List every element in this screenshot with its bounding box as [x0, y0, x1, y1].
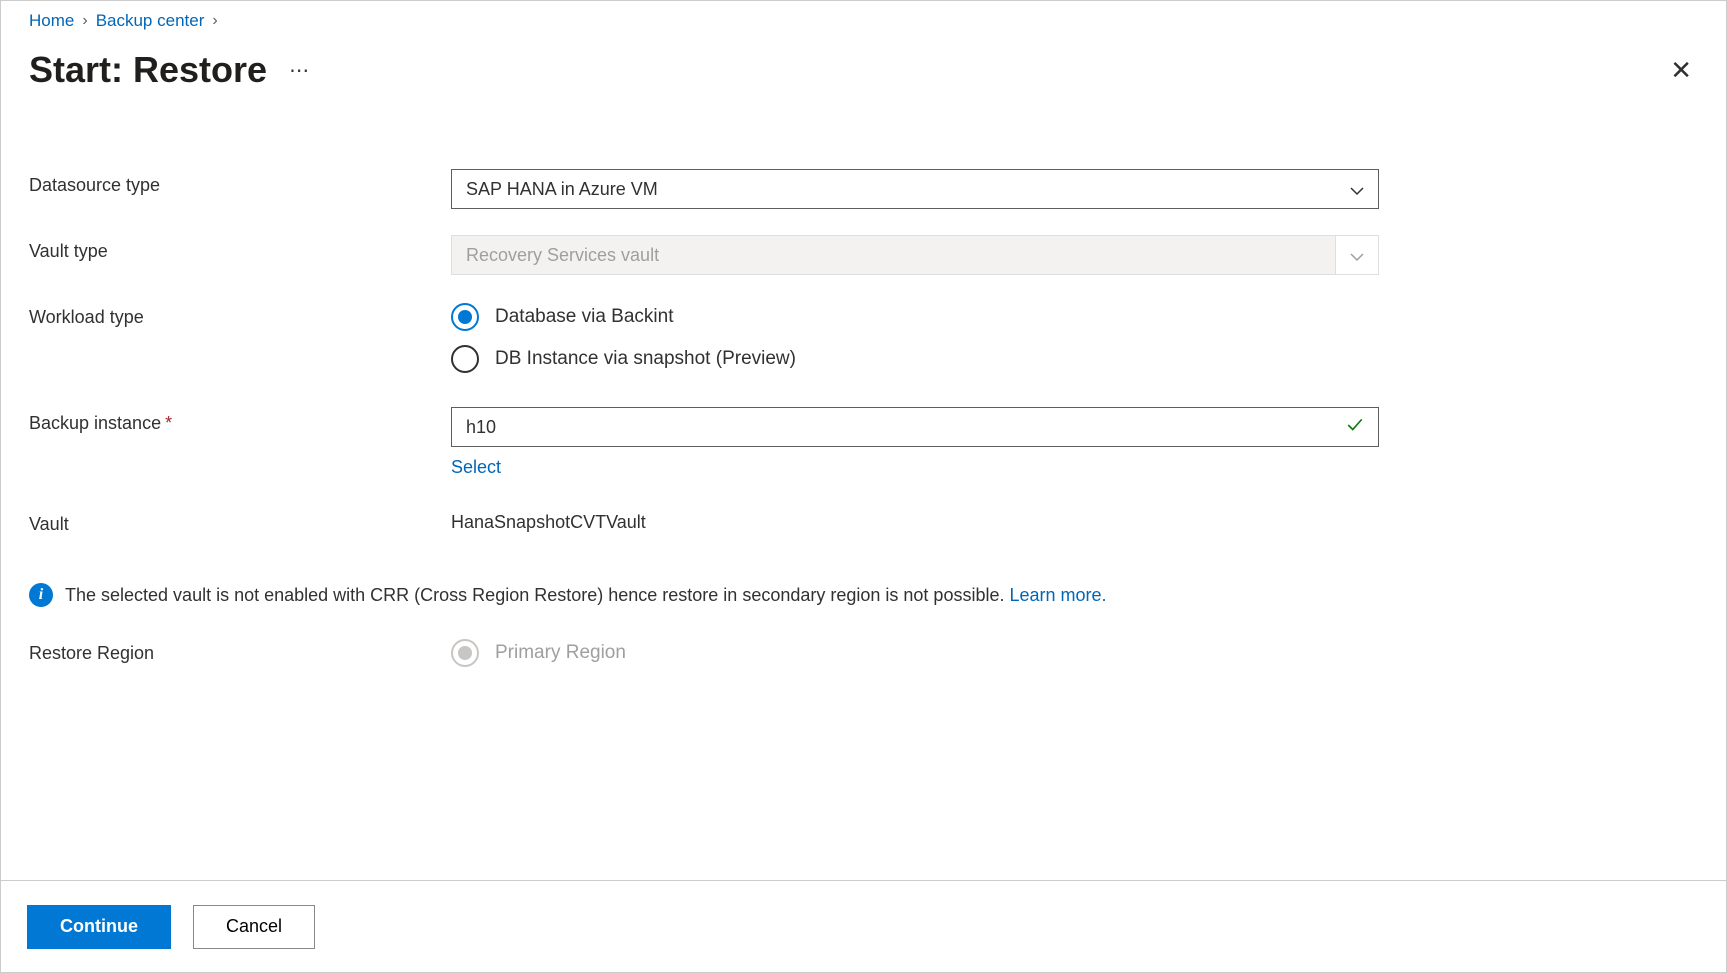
radio-unselected-icon: [451, 345, 479, 373]
backup-instance-label: Backup instance*: [29, 407, 451, 434]
vault-type-select: Recovery Services vault: [451, 235, 1379, 275]
cancel-button[interactable]: Cancel: [193, 905, 315, 949]
chevron-down-icon: [1350, 182, 1364, 196]
datasource-type-select[interactable]: SAP HANA in Azure VM: [451, 169, 1379, 209]
footer: Continue Cancel: [1, 880, 1726, 972]
restore-region-primary-label: Primary Region: [495, 642, 626, 664]
more-actions-button[interactable]: ⋯: [289, 58, 311, 83]
workload-type-radio-group: Database via Backint DB Instance via sna…: [451, 301, 1379, 373]
backup-instance-input[interactable]: h10: [451, 407, 1379, 447]
workload-type-label: Workload type: [29, 301, 451, 328]
vault-label: Vault: [29, 508, 451, 535]
workload-radio-snapshot-label: DB Instance via snapshot (Preview): [495, 348, 796, 370]
radio-selected-icon: [451, 303, 479, 331]
chevron-right-icon: ›: [212, 12, 217, 30]
datasource-type-label: Datasource type: [29, 169, 451, 196]
vault-value: HanaSnapshotCVTVault: [451, 508, 1379, 533]
vault-type-value: Recovery Services vault: [466, 245, 659, 266]
datasource-type-value: SAP HANA in Azure VM: [466, 179, 658, 200]
workload-radio-backint[interactable]: Database via Backint: [451, 303, 1379, 331]
breadcrumb-backup-center[interactable]: Backup center: [96, 11, 205, 31]
radio-selected-icon: [451, 639, 479, 667]
continue-button[interactable]: Continue: [27, 905, 171, 949]
backup-instance-value: h10: [466, 417, 496, 438]
breadcrumb: Home › Backup center ›: [29, 11, 1700, 31]
learn-more-link[interactable]: Learn more.: [1009, 585, 1106, 605]
workload-radio-snapshot[interactable]: DB Instance via snapshot (Preview): [451, 345, 1379, 373]
restore-region-radio-group: Primary Region: [451, 637, 1379, 667]
info-icon: i: [29, 583, 53, 607]
close-button[interactable]: ✕: [1662, 53, 1700, 87]
info-banner: i The selected vault is not enabled with…: [29, 583, 1700, 607]
restore-region-label: Restore Region: [29, 637, 451, 664]
breadcrumb-home[interactable]: Home: [29, 11, 74, 31]
restore-region-primary: Primary Region: [451, 639, 1379, 667]
chevron-down-icon: [1350, 248, 1364, 262]
select-instance-link[interactable]: Select: [451, 457, 501, 478]
info-text: The selected vault is not enabled with C…: [65, 585, 1009, 605]
page-title: Start: Restore: [29, 49, 267, 91]
vault-type-label: Vault type: [29, 235, 451, 262]
workload-radio-backint-label: Database via Backint: [495, 306, 674, 328]
required-asterisk: *: [165, 413, 172, 433]
check-icon: [1346, 416, 1364, 439]
chevron-right-icon: ›: [82, 12, 87, 30]
